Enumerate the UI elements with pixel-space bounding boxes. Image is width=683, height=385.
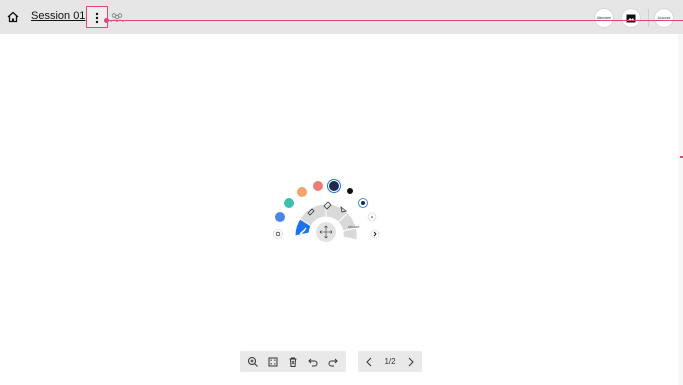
- stroke-size-icon: [361, 201, 365, 205]
- fit-screen-icon: [268, 357, 278, 366]
- more-options-button[interactable]: [86, 6, 108, 28]
- pointer-guide-dot: [104, 18, 109, 23]
- page-indicator: 1/2: [384, 357, 396, 366]
- fit-screen-button[interactable]: [266, 355, 280, 369]
- select-arrow-icon: [340, 206, 347, 213]
- color-swatch-navy-selected[interactable]: [328, 180, 340, 192]
- sticker-label: sticker: [348, 224, 360, 229]
- undo-icon: [308, 358, 318, 366]
- redo-icon: [328, 358, 338, 366]
- expand-button[interactable]: [370, 229, 380, 239]
- right-scroll-strip[interactable]: [678, 34, 683, 385]
- small-dot-icon: [371, 216, 373, 218]
- radial-tool-palette: sticker: [262, 170, 392, 250]
- color-swatch-orange[interactable]: [297, 187, 307, 197]
- color-swatch-blue[interactable]: [275, 212, 285, 222]
- color-swatch-black[interactable]: [347, 188, 353, 194]
- color-swatch-salmon[interactable]: [313, 181, 323, 191]
- participants-icon[interactable]: [110, 11, 124, 23]
- toolbar-divider: [648, 9, 649, 27]
- pointer-guide-line: [107, 20, 683, 21]
- chevron-right-icon: [408, 357, 414, 366]
- chevron-left-icon: [366, 357, 372, 366]
- attendee-button[interactable]: Attendee: [594, 8, 614, 28]
- account-button[interactable]: Account: [654, 8, 674, 28]
- top-bar: Session 01 Attendee Account: [0, 0, 683, 34]
- zoom-in-icon: [248, 356, 258, 367]
- home-icon[interactable]: [6, 10, 20, 24]
- bottom-toolbar: [240, 351, 346, 372]
- zoom-in-button[interactable]: [246, 355, 260, 369]
- next-page-button[interactable]: [406, 355, 416, 369]
- whiteboard-app: Session 01 Attendee Account sticker 1/2: [0, 0, 683, 385]
- undo-button[interactable]: [306, 355, 320, 369]
- color-swatch-teal[interactable]: [284, 198, 294, 208]
- session-title[interactable]: Session 01: [31, 10, 85, 22]
- settings-button[interactable]: [273, 229, 283, 239]
- trash-icon: [289, 357, 297, 367]
- delete-button[interactable]: [286, 355, 300, 369]
- image-icon: [626, 14, 636, 22]
- redo-button[interactable]: [326, 355, 340, 369]
- previous-page-button[interactable]: [364, 355, 374, 369]
- page-navigator: 1/2: [358, 351, 422, 372]
- vertical-dots-icon: [95, 12, 99, 24]
- image-button[interactable]: [621, 8, 641, 28]
